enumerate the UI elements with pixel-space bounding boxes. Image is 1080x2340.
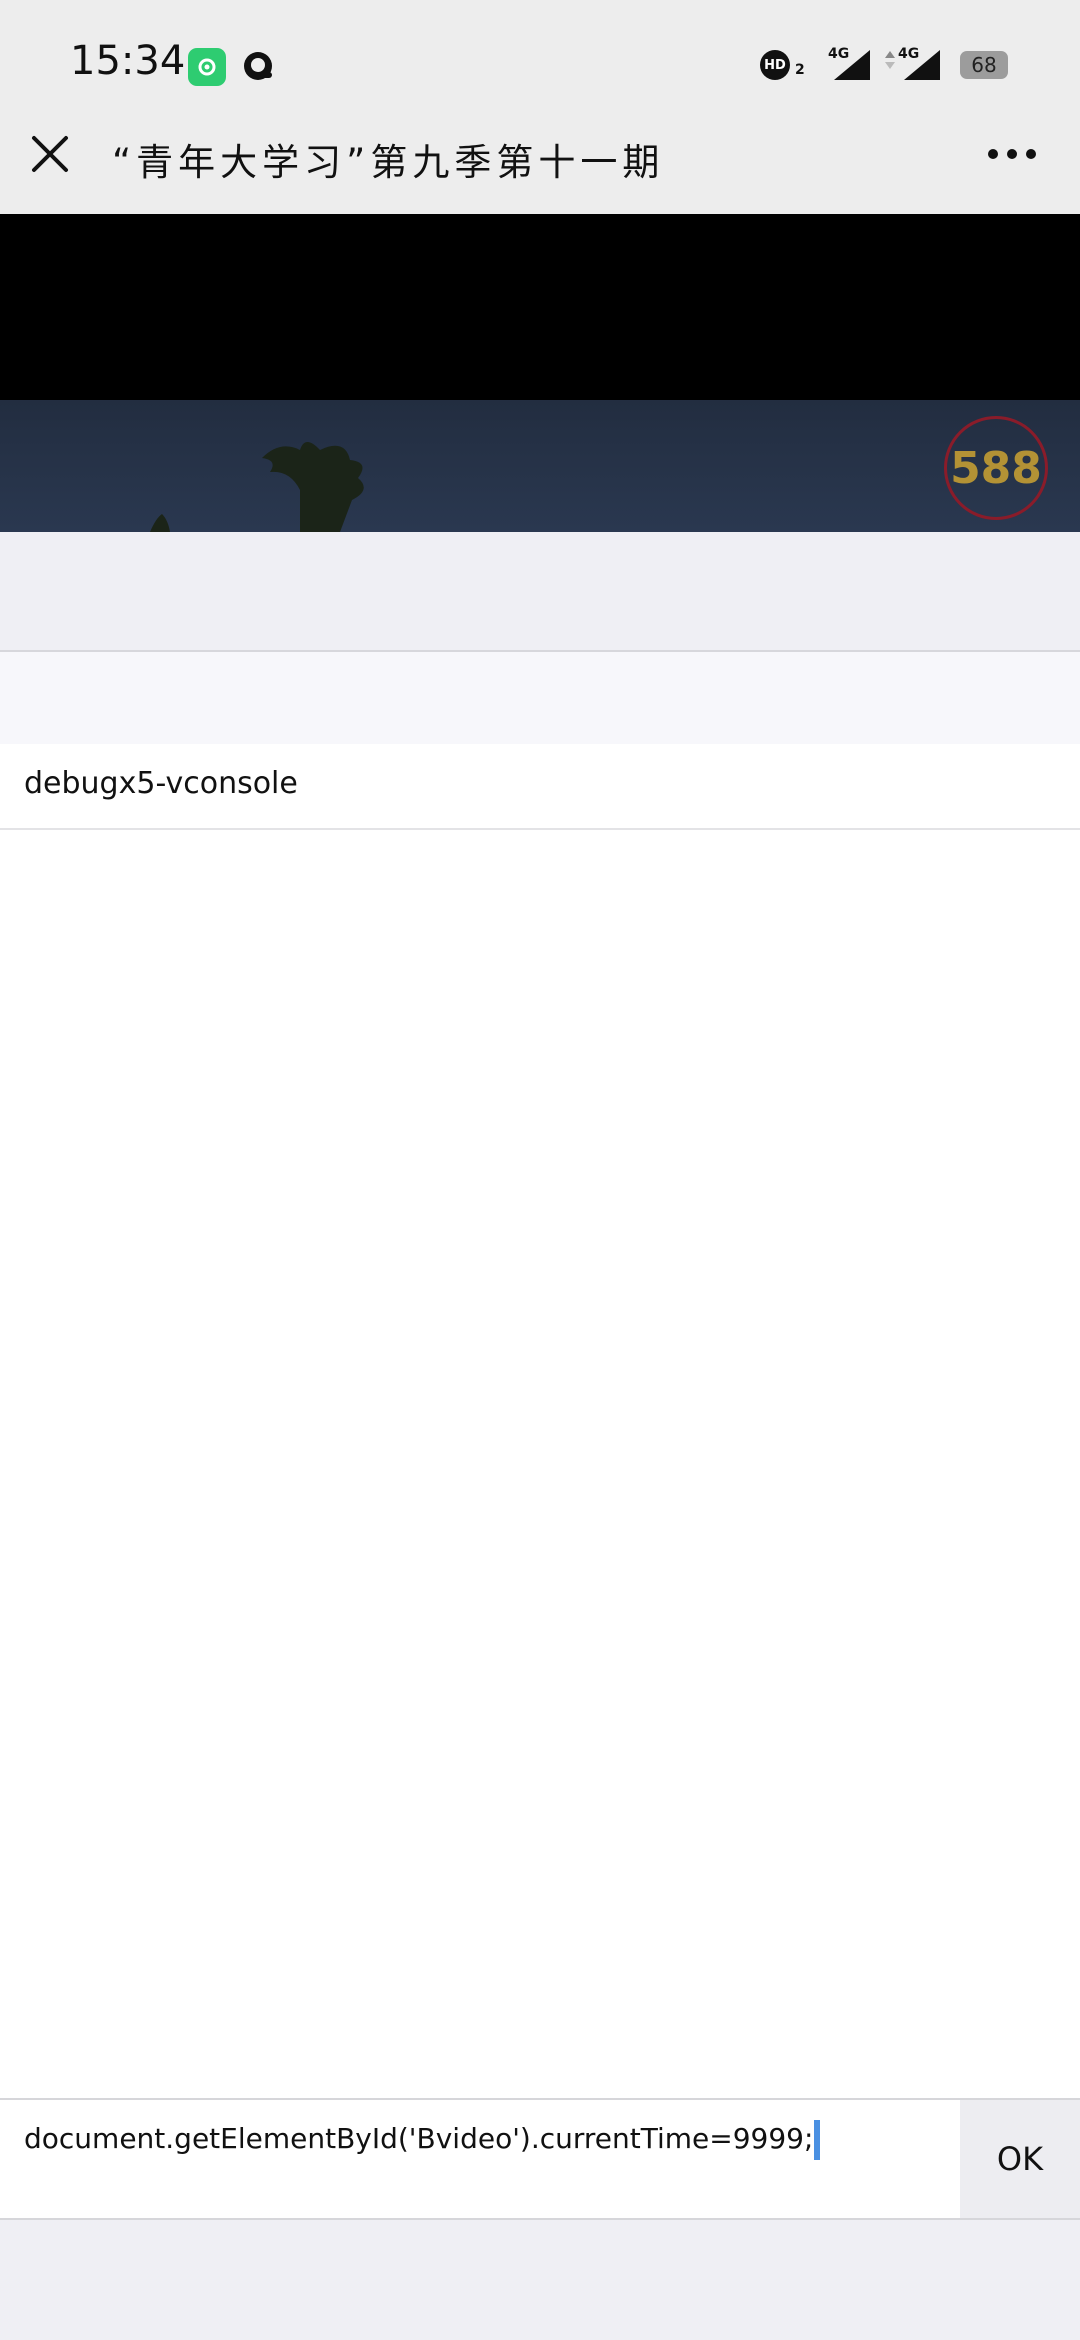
text-cursor — [814, 2120, 821, 2160]
hd-sim-index: 2 — [795, 62, 805, 78]
more-icon — [988, 149, 1036, 159]
video-frame — [0, 400, 1080, 532]
close-button[interactable] — [24, 128, 76, 180]
console-log-area — [0, 830, 1080, 2098]
console-toolbar — [0, 652, 1080, 744]
signal-icon — [834, 50, 870, 80]
video-player[interactable] — [0, 214, 1080, 400]
battery-icon: 68 — [960, 51, 1008, 79]
app-notification-icon — [188, 48, 226, 86]
more-options-button[interactable] — [980, 132, 1044, 176]
ok-button[interactable]: OK — [960, 2100, 1080, 2218]
video-counter-badge: 588 — [944, 416, 1048, 520]
hd-voice-icon: HD — [760, 50, 790, 80]
content-spacer — [0, 532, 1080, 650]
refresh-icon — [198, 58, 216, 76]
signal-icon-2 — [904, 50, 940, 80]
q-app-icon — [238, 46, 278, 86]
tree-silhouette — [0, 400, 1080, 532]
data-transfer-icon — [885, 51, 895, 69]
console-item-label: debugx5-vconsole — [24, 766, 298, 801]
status-time: 15:34 — [70, 38, 186, 84]
command-input[interactable]: document.getElementById('Bvideo').curren… — [0, 2100, 960, 2218]
close-icon — [32, 136, 68, 172]
command-input-text: document.getElementById('Bvideo').curren… — [24, 2122, 814, 2155]
page-title: “青年大学习”第九季第十一期 — [112, 141, 665, 184]
bottom-area — [0, 2220, 1080, 2340]
